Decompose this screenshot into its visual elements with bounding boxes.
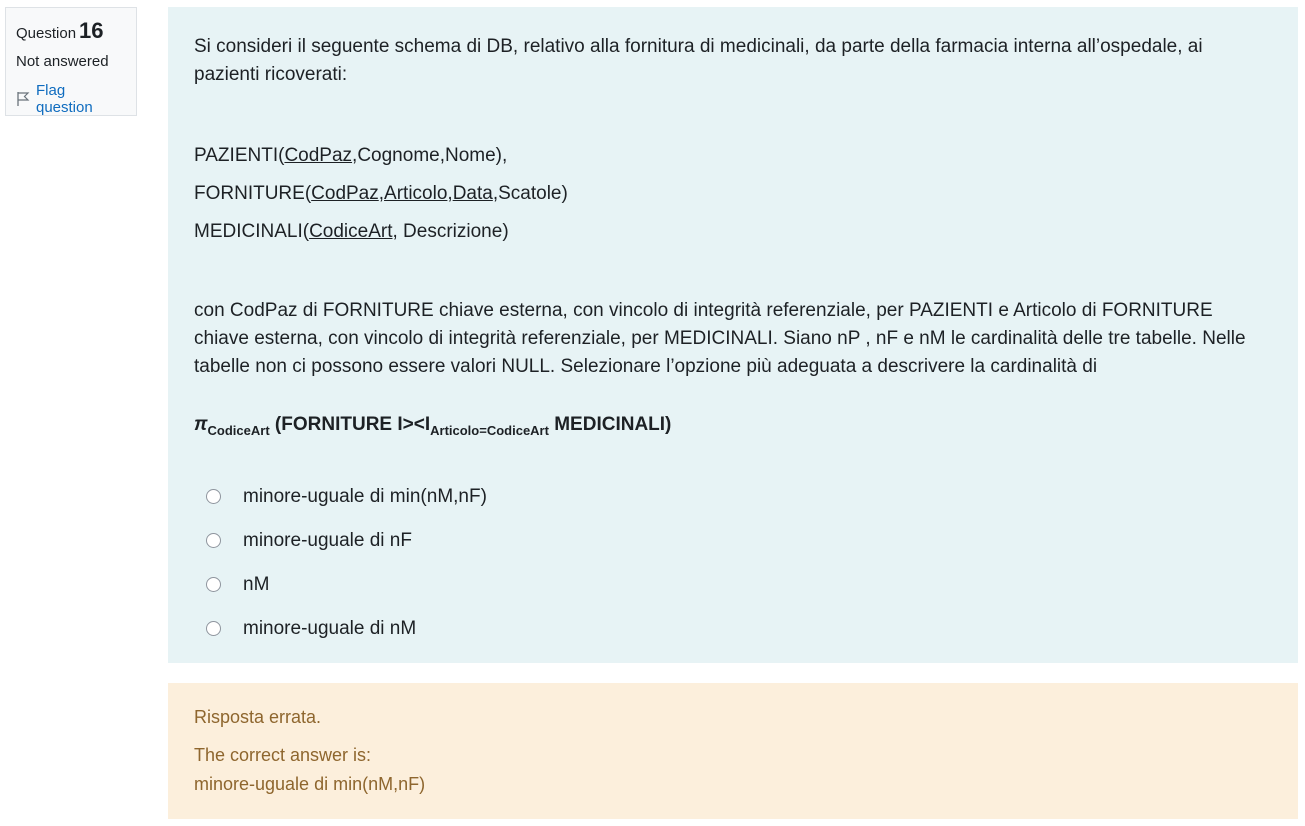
answer-option[interactable]: nM xyxy=(206,563,1272,607)
question-number: Question 16 xyxy=(16,18,126,47)
primary-key: CodiceArt xyxy=(309,221,393,242)
primary-key: Data xyxy=(452,183,493,204)
question-info: Question 16 Not answered Flag question xyxy=(5,7,137,116)
primary-key: Articolo xyxy=(384,183,448,204)
flag-icon xyxy=(17,92,30,106)
correct-answer: minore-uguale di min(nM,nF) xyxy=(194,774,426,794)
projection-attribute: CodiceArt xyxy=(207,422,270,438)
db-schema: PAZIENTI(CodPaz,Cognome,Nome), FORNITURE… xyxy=(194,137,1272,251)
join-left: (FORNITURE I><I xyxy=(269,414,431,435)
answer-label[interactable]: nM xyxy=(243,571,269,599)
schema-pazienti: PAZIENTI(CodPaz,Cognome,Nome), xyxy=(194,137,1272,175)
feedback-result: Risposta errata. xyxy=(194,707,322,727)
answer-label[interactable]: minore-uguale di nM xyxy=(243,615,416,643)
answer-option[interactable]: minore-uguale di min(nM,nF) xyxy=(206,475,1272,519)
question-number-value: 16 xyxy=(79,18,104,43)
answer-label[interactable]: minore-uguale di min(nM,nF) xyxy=(243,483,487,511)
correct-answer-label: The correct answer is: xyxy=(194,745,372,765)
answer-options: minore-uguale di min(nM,nF) minore-ugual… xyxy=(206,475,1272,651)
schema-medicinali: MEDICINALI(CodiceArt, Descrizione) xyxy=(194,213,1272,251)
question-intro: Si consideri il seguente schema di DB, r… xyxy=(194,36,1203,85)
radio-button[interactable] xyxy=(206,533,221,549)
answer-option[interactable]: minore-uguale di nM xyxy=(206,607,1272,651)
projection-symbol: π xyxy=(194,414,208,435)
schema-forniture: FORNITURE(CodPaz,Articolo,Data,Scatole) xyxy=(194,175,1272,213)
attributes: ,Cognome,Nome), xyxy=(352,145,508,166)
question-formulation: Si consideri il seguente schema di DB, r… xyxy=(168,7,1298,663)
primary-key: CodPaz xyxy=(284,145,353,166)
attributes: , Descrizione) xyxy=(392,221,509,242)
radio-button[interactable] xyxy=(206,577,221,593)
table-name: FORNITURE( xyxy=(194,183,312,204)
radio-button[interactable] xyxy=(206,489,221,505)
radio-button[interactable] xyxy=(206,621,221,637)
join-condition: Articolo=CodiceArt xyxy=(430,422,549,438)
flag-question-label[interactable]: Flag question xyxy=(36,82,126,116)
join-right: MEDICINALI) xyxy=(548,414,672,435)
question-label: Question xyxy=(16,25,77,42)
flag-question-link[interactable]: Flag question xyxy=(16,82,126,116)
answer-option[interactable]: minore-uguale di nF xyxy=(206,519,1272,563)
table-name: PAZIENTI( xyxy=(194,145,285,166)
feedback-panel: Risposta errata. The correct answer is: … xyxy=(168,683,1298,819)
attributes: ,Scatole) xyxy=(492,183,568,204)
answer-label[interactable]: minore-uguale di nF xyxy=(243,527,412,555)
question-text: con CodPaz di FORNITURE chiave esterna, … xyxy=(194,300,1246,377)
primary-key: CodPaz xyxy=(311,183,379,204)
relational-expression: πCodiceArt (FORNITURE I><IArticolo=Codic… xyxy=(194,411,1272,445)
table-name: MEDICINALI( xyxy=(194,221,310,242)
question-state: Not answered xyxy=(16,53,109,70)
